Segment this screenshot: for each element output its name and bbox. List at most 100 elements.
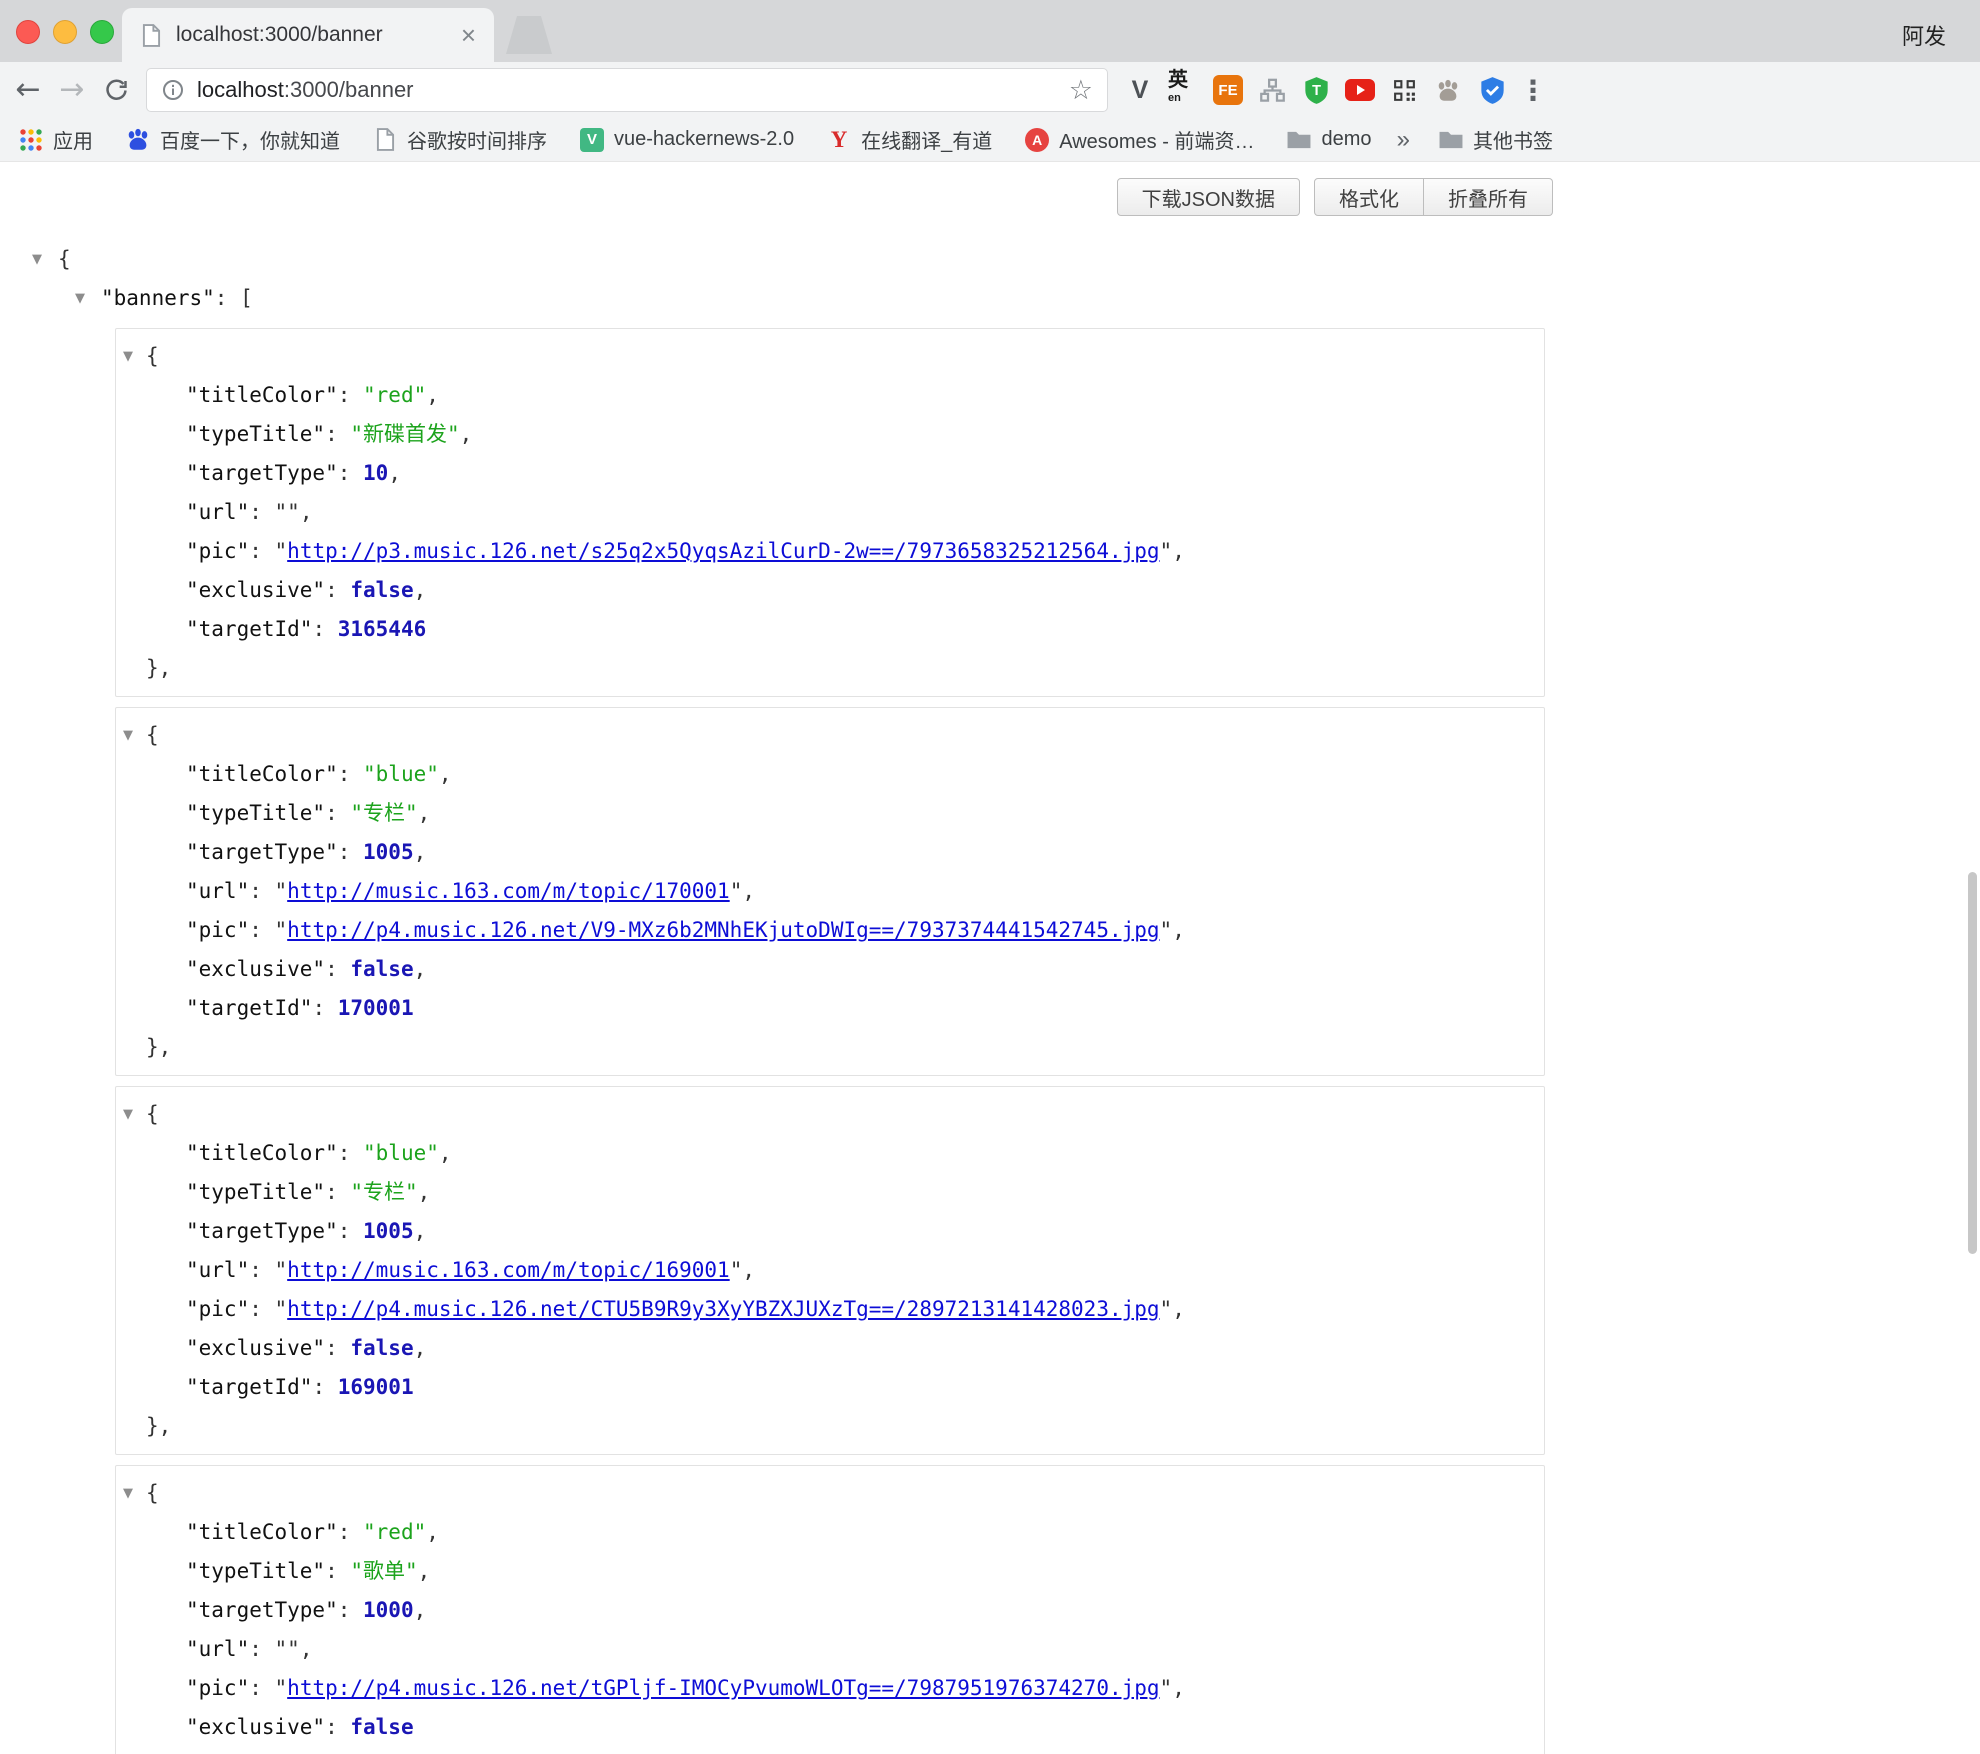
- collapse-toggle-icon[interactable]: ▼: [123, 337, 146, 376]
- paw-icon[interactable]: [1432, 74, 1464, 106]
- json-url-link[interactable]: http://music.163.com/m/topic/169001: [287, 1258, 730, 1282]
- page-info-icon[interactable]: [161, 78, 185, 102]
- reload-button[interactable]: [94, 77, 138, 104]
- json-url-link[interactable]: http://p3.music.126.net/s25q2x5QyqsAzilC…: [287, 539, 1159, 563]
- bookmark-item[interactable]: 应用: [18, 125, 93, 154]
- bookmark-item[interactable]: demo: [1286, 127, 1371, 153]
- close-window-button[interactable]: [16, 20, 40, 44]
- bookmark-item[interactable]: 百度一下，你就知道: [125, 125, 340, 154]
- qrcode-icon[interactable]: [1388, 74, 1420, 106]
- extensions-area: V 英en FE T: [1124, 74, 1508, 106]
- download-json-button[interactable]: 下载JSON数据: [1117, 178, 1300, 216]
- org-chart-icon[interactable]: [1256, 74, 1288, 106]
- collapse-toggle-icon[interactable]: ▼: [123, 1095, 146, 1134]
- json-key: "targetType": [186, 1598, 338, 1622]
- json-punctuation: :: [249, 918, 274, 942]
- json-punctuation: :: [249, 539, 274, 563]
- scrollbar-thumb[interactable]: [1968, 872, 1977, 1254]
- new-tab-button[interactable]: [506, 16, 552, 54]
- minimize-window-button[interactable]: [53, 20, 77, 44]
- json-url-link[interactable]: http://p4.music.126.net/CTU5B9R9y3XyYBZX…: [287, 1297, 1159, 1321]
- bookmark-item[interactable]: Vvue-hackernews-2.0: [579, 127, 794, 153]
- bookmark-label: vue-hackernews-2.0: [614, 128, 794, 151]
- json-url-link[interactable]: http://p4.music.126.net/V9-MXz6b2MNhEKju…: [287, 918, 1159, 942]
- vue-icon: V: [579, 127, 605, 153]
- json-line: "pic": "http://p4.music.126.net/CTU5B9R9…: [123, 1290, 1544, 1329]
- forward-button[interactable]: →: [50, 75, 94, 105]
- zoom-window-button[interactable]: [90, 20, 114, 44]
- json-punctuation: ": [275, 879, 288, 903]
- fehelper-icon[interactable]: FE: [1212, 74, 1244, 106]
- address-bar[interactable]: localhost:3000/banner ☆: [146, 68, 1108, 112]
- json-string-value: "red": [363, 383, 426, 407]
- bookmark-item[interactable]: AAwesomes - 前端资…: [1024, 125, 1254, 154]
- apps-grid-icon: [18, 127, 44, 153]
- other-bookmarks-folder[interactable]: 其他书签: [1438, 125, 1553, 154]
- json-line: "targetId": 3165446: [123, 610, 1544, 649]
- format-button[interactable]: 格式化: [1314, 178, 1424, 216]
- collapse-toggle-icon[interactable]: ▼: [32, 240, 58, 279]
- json-key: "exclusive": [186, 1336, 325, 1360]
- json-punctuation: ,: [300, 500, 313, 524]
- awesomes-icon: A: [1024, 127, 1050, 153]
- bookmarks-overflow-chevron[interactable]: »: [1397, 126, 1410, 154]
- bookmark-item[interactable]: 谷歌按时间排序: [372, 125, 547, 154]
- json-line: },: [123, 649, 1544, 688]
- youdao-icon: Y: [826, 127, 852, 153]
- bookmark-item[interactable]: Y在线翻译_有道: [826, 125, 992, 154]
- json-punctuation: :: [325, 578, 350, 602]
- youtube-icon[interactable]: [1344, 74, 1376, 106]
- json-number-value: 1005: [363, 1219, 414, 1243]
- json-punctuation: ": [1160, 1297, 1173, 1321]
- tab-close-icon[interactable]: ×: [459, 22, 478, 48]
- collapse-toggle-icon[interactable]: ▼: [123, 716, 146, 755]
- blue-shield-icon[interactable]: [1476, 74, 1508, 106]
- url-text[interactable]: localhost:3000/banner: [197, 77, 1069, 103]
- json-line: },: [123, 1747, 1544, 1754]
- json-string-value: "歌单": [350, 1559, 417, 1583]
- json-line: "typeTitle": "新碟首发",: [123, 415, 1544, 454]
- json-url-link[interactable]: http://p4.music.126.net/tGPljf-IMOCyPvum…: [287, 1676, 1159, 1700]
- profile-name: 阿发: [1902, 19, 1946, 51]
- json-line: "url": "http://music.163.com/m/topic/169…: [123, 1251, 1544, 1290]
- json-line: },: [123, 1028, 1544, 1067]
- json-punctuation: {: [146, 344, 159, 368]
- json-punctuation: ,: [1172, 539, 1185, 563]
- tab-title: localhost:3000/banner: [176, 23, 459, 47]
- browser-menu-icon[interactable]: ⋮: [1518, 74, 1548, 107]
- bookmark-label: 百度一下，你就知道: [160, 125, 340, 154]
- json-punctuation: :: [325, 1715, 350, 1739]
- json-punctuation: ,: [439, 1141, 452, 1165]
- json-punctuation: :: [338, 840, 363, 864]
- json-boolean-value: false: [350, 1715, 413, 1739]
- json-line: "url": "http://music.163.com/m/topic/170…: [123, 872, 1544, 911]
- json-line: "titleColor": "blue",: [123, 755, 1544, 794]
- json-punctuation: :: [249, 1258, 274, 1282]
- json-punctuation: "": [275, 1637, 300, 1661]
- json-line: "exclusive": false,: [123, 571, 1544, 610]
- json-punctuation: ": [275, 1258, 288, 1282]
- green-shield-icon[interactable]: T: [1300, 74, 1332, 106]
- json-punctuation: :: [325, 957, 350, 981]
- json-punctuation: {: [58, 247, 71, 271]
- collapse-toggle-icon[interactable]: ▼: [75, 279, 101, 318]
- translate-icon[interactable]: 英en: [1168, 74, 1200, 106]
- banner-object: ▼{"titleColor": "red","typeTitle": "歌单",…: [115, 1465, 1545, 1754]
- json-key: "exclusive": [186, 1715, 325, 1739]
- back-button[interactable]: ←: [6, 75, 50, 105]
- bookmark-star-icon[interactable]: ☆: [1069, 75, 1093, 106]
- json-key: "pic": [186, 1297, 249, 1321]
- json-punctuation: ,: [300, 1637, 313, 1661]
- json-boolean-value: false: [350, 1336, 413, 1360]
- vimium-icon[interactable]: V: [1124, 74, 1156, 106]
- json-key: "titleColor": [186, 762, 338, 786]
- json-punctuation: :: [338, 1520, 363, 1544]
- json-url-link[interactable]: http://music.163.com/m/topic/170001: [287, 879, 730, 903]
- json-punctuation: :: [338, 1141, 363, 1165]
- collapse-toggle-icon[interactable]: ▼: [123, 1474, 146, 1513]
- browser-tab[interactable]: localhost:3000/banner ×: [122, 8, 494, 62]
- bookmark-label: 谷歌按时间排序: [407, 125, 547, 154]
- bookmarks-bar: 应用 百度一下，你就知道 谷歌按时间排序 Vvue-hackernews-2.0 Y在线…: [0, 118, 1980, 162]
- json-actions: 下载JSON数据 格式化 折叠所有: [0, 178, 1980, 216]
- collapse-all-button[interactable]: 折叠所有: [1424, 178, 1553, 216]
